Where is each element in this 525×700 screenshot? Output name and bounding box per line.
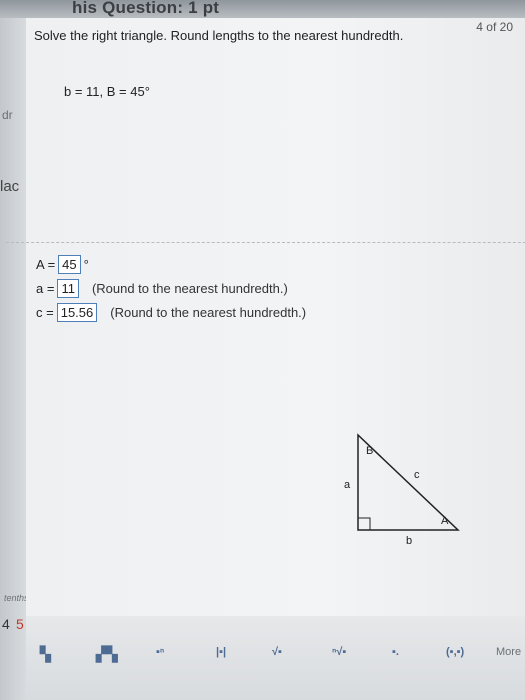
square-root-icon[interactable]: √▪ bbox=[272, 646, 282, 658]
question-prompt: Solve the right triangle. Round lengths … bbox=[34, 28, 404, 43]
rounding-hint: (Round to the nearest hundredth.) bbox=[110, 304, 307, 320]
side-label-c: c bbox=[414, 469, 420, 481]
right-triangle-diagram: B A a b c bbox=[344, 433, 460, 547]
left-panel-label: 5 bbox=[16, 616, 24, 632]
fraction-icon[interactable]: ▚ bbox=[40, 646, 51, 663]
question-counter: 4 of 20 bbox=[476, 20, 513, 34]
vertex-label-B: B bbox=[366, 445, 373, 457]
given-values: b = 11, B = 45° bbox=[64, 84, 150, 99]
absolute-value-icon[interactable]: |▪| bbox=[216, 646, 226, 658]
side-c-input[interactable]: 15.56 bbox=[56, 302, 98, 322]
answer-row-a: a = 11 (Round to the nearest hundredth.) bbox=[36, 276, 306, 300]
more-button[interactable]: More bbox=[496, 646, 521, 658]
answer-label: a = bbox=[36, 280, 55, 296]
side-a-input[interactable]: 11 bbox=[57, 278, 79, 298]
screen-bezel: his Question: 1 pt bbox=[0, 0, 525, 18]
section-divider bbox=[6, 242, 525, 243]
math-toolbar: ▚ ▞▚ ▪ⁿ |▪| √▪ ⁿ√▪ ▪. (▪,▪) More bbox=[26, 616, 525, 700]
left-panel-label: tenths bbox=[4, 593, 29, 603]
answer-section: A = 45 ° a = 11 (Round to the nearest hu… bbox=[36, 252, 306, 324]
vertex-label-A: A bbox=[441, 515, 449, 527]
right-angle-marker bbox=[357, 517, 371, 531]
angle-A-input[interactable]: 45 bbox=[58, 254, 81, 274]
nth-root-icon[interactable]: ⁿ√▪ bbox=[332, 646, 346, 658]
left-panel-label: lac bbox=[0, 178, 20, 195]
left-panel-label: 4 bbox=[2, 616, 10, 632]
left-panel: dr lac tenths 4 5 bbox=[0, 18, 29, 700]
answer-row-A: A = 45 ° bbox=[36, 252, 306, 276]
degree-unit: ° bbox=[83, 256, 89, 272]
question-header: his Question: 1 pt bbox=[72, 0, 220, 17]
answer-label: A = bbox=[36, 256, 56, 272]
exponent-icon[interactable]: ▪ⁿ bbox=[156, 646, 164, 658]
side-label-b: b bbox=[406, 535, 412, 547]
decimal-icon[interactable]: ▪. bbox=[392, 646, 399, 658]
rounding-hint: (Round to the nearest hundredth.) bbox=[91, 280, 288, 296]
question-card: 4 of 20 Solve the right triangle. Round … bbox=[6, 18, 525, 700]
answer-row-c: c = 15.56 (Round to the nearest hundredt… bbox=[36, 300, 306, 324]
interval-icon[interactable]: (▪,▪) bbox=[446, 646, 464, 658]
side-label-a: a bbox=[344, 479, 351, 491]
answer-label: c = bbox=[36, 304, 54, 320]
left-panel-label: dr bbox=[2, 108, 13, 122]
mixed-number-icon[interactable]: ▞▚ bbox=[96, 646, 118, 663]
